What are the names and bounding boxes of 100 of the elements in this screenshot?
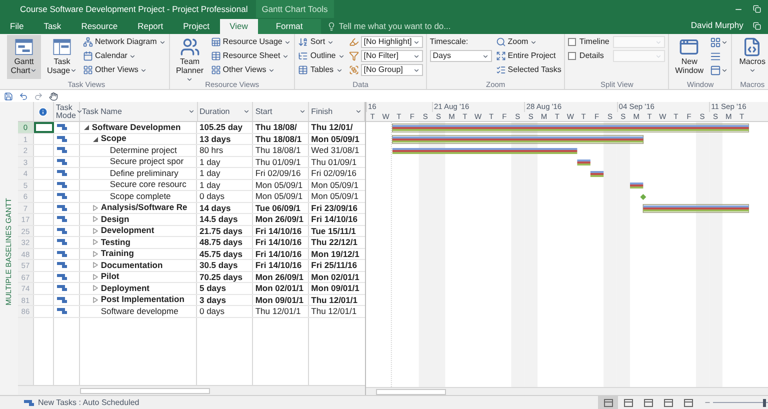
view-icon [644, 398, 653, 406]
horizontal-scrollbar[interactable] [366, 387, 768, 395]
ribbon-tab[interactable]: Report [128, 19, 174, 34]
finish-cell-text: Mon 02/01/1 [310, 272, 360, 282]
finish-cell-text: Mon 05/09/1 [310, 180, 360, 190]
expand-triangle-icon[interactable] [92, 228, 98, 234]
ribbon-tab[interactable]: View [220, 19, 258, 34]
ribbon-tab[interactable]: Task [34, 19, 72, 34]
command-icon [210, 37, 221, 47]
command-icon [298, 51, 308, 61]
expand-triangle-icon[interactable] [92, 239, 98, 246]
column-header[interactable]: Task Mode [54, 102, 80, 121]
dropdown-field[interactable]: Days [430, 50, 492, 62]
duration-cell: 14 days [197, 202, 254, 213]
undo-icon[interactable] [19, 92, 28, 100]
expand-triangle-icon[interactable] [92, 204, 98, 211]
collapse-triangle-icon[interactable] [84, 124, 89, 130]
column-header[interactable]: Duration [198, 102, 254, 121]
ribbon-button[interactable]: New Window [672, 35, 706, 79]
ribbon-tab[interactable]: Project [173, 19, 220, 34]
command-icon [348, 65, 359, 75]
ribbon-button[interactable]: Resource Usage [210, 35, 292, 49]
restore-icon[interactable] [753, 5, 762, 13]
duration-cell: 0 days [197, 191, 254, 202]
expand-triangle-icon[interactable] [92, 216, 98, 222]
ribbon-button[interactable]: Resource Sheet [210, 49, 292, 63]
task-name: Software Developmen [92, 122, 181, 133]
ribbon-button[interactable]: Outline [298, 49, 345, 63]
task-mode-icon [56, 238, 68, 246]
view-icon [52, 37, 72, 57]
view-icon [742, 37, 762, 57]
gantt-bar[interactable] [392, 135, 644, 144]
task-name: Pilot [100, 271, 120, 282]
ribbon-button[interactable]: Zoom [496, 35, 562, 49]
duration-cell: 70.25 days [197, 272, 254, 282]
save-icon[interactable] [4, 92, 13, 100]
milestone-diamond[interactable] [640, 194, 646, 200]
ribbon-tab[interactable]: File [0, 19, 34, 34]
gantt-bar[interactable] [590, 171, 604, 177]
ribbon-button[interactable]: Other Views [210, 63, 292, 77]
gantt-bar[interactable] [630, 182, 644, 188]
finish-cell-text: Tue 15/11/1 [310, 226, 357, 236]
ribbon-button[interactable]: Tables [298, 63, 345, 77]
ribbon-button[interactable]: Macros [735, 35, 768, 79]
dropdown-field[interactable]: [No Filter] [360, 50, 423, 62]
ribbon-button[interactable]: Entire Project [496, 49, 562, 63]
window-icon [710, 50, 722, 62]
gantt-bar[interactable] [577, 160, 590, 166]
start-cell: Fri 02/09/16 [253, 168, 310, 178]
touch-mode-icon[interactable] [49, 92, 58, 100]
ribbon-button[interactable]: Other Views [83, 63, 166, 77]
ribbon-button[interactable]: Selected Tasks [496, 63, 562, 77]
task-mode-icon [56, 284, 68, 292]
dropdown-field[interactable]: [No Group] [360, 64, 423, 76]
view-button[interactable] [598, 396, 618, 409]
command-icon [83, 51, 93, 61]
expand-triangle-icon[interactable] [92, 274, 98, 280]
task-name: Design [100, 214, 130, 225]
slider-thumb[interactable] [762, 398, 766, 406]
ribbon-button[interactable]: Network Diagram [83, 35, 166, 49]
checkbox[interactable]: Timeline [568, 35, 610, 49]
expand-triangle-icon[interactable] [92, 285, 98, 292]
column-header[interactable]: Finish [309, 102, 365, 121]
task-name: Development [100, 225, 154, 236]
ribbon-tab[interactable]: Format [258, 19, 321, 34]
column-header[interactable]: Start [253, 102, 310, 121]
collapse-triangle-icon[interactable] [92, 136, 98, 142]
checkbox[interactable]: Details [568, 49, 610, 63]
finish-cell-text: Thu 12/01/1 [310, 294, 358, 305]
tell-me-field[interactable]: Tell me what you want to do... [326, 19, 479, 34]
ribbon-button[interactable]: Sort [298, 35, 345, 49]
ribbon-button[interactable] [710, 63, 728, 77]
command-icon [210, 65, 221, 75]
horizontal-scrollbar[interactable] [18, 385, 365, 395]
expand-triangle-icon[interactable] [92, 250, 98, 257]
start-cell: Mon 05/09/1 [253, 191, 310, 202]
ribbon-button[interactable] [710, 35, 728, 49]
caret-icon [299, 108, 306, 115]
view-icon [679, 37, 700, 57]
indicator-cell[interactable] [34, 122, 54, 132]
ribbon-button[interactable]: Task Usage [45, 35, 79, 79]
ribbon-tab[interactable]: Resource [71, 19, 128, 34]
ribbon-button[interactable]: Gantt Chart [7, 35, 41, 79]
gantt-bar[interactable] [392, 124, 749, 132]
ribbon-button[interactable]: Team Planner [172, 35, 207, 79]
gantt-bar[interactable] [642, 204, 749, 213]
task-mode-icon [56, 215, 68, 224]
window-icon [710, 64, 722, 76]
ribbon-button[interactable]: Calendar [83, 49, 166, 63]
gantt-bar[interactable] [392, 148, 578, 154]
restore-icon[interactable] [753, 22, 762, 30]
expand-triangle-icon[interactable] [92, 296, 98, 303]
start-cell: Fri 14/10/16 [253, 237, 310, 248]
zoom-out-icon[interactable] [704, 399, 712, 406]
dropdown-field[interactable]: [No Highlight] [360, 36, 423, 48]
column-header[interactable]: Task Name [80, 102, 198, 121]
expand-triangle-icon[interactable] [92, 262, 98, 268]
zoom-slider[interactable] [713, 398, 768, 406]
task-mode-icon [56, 307, 68, 316]
redo-icon[interactable] [34, 92, 43, 100]
